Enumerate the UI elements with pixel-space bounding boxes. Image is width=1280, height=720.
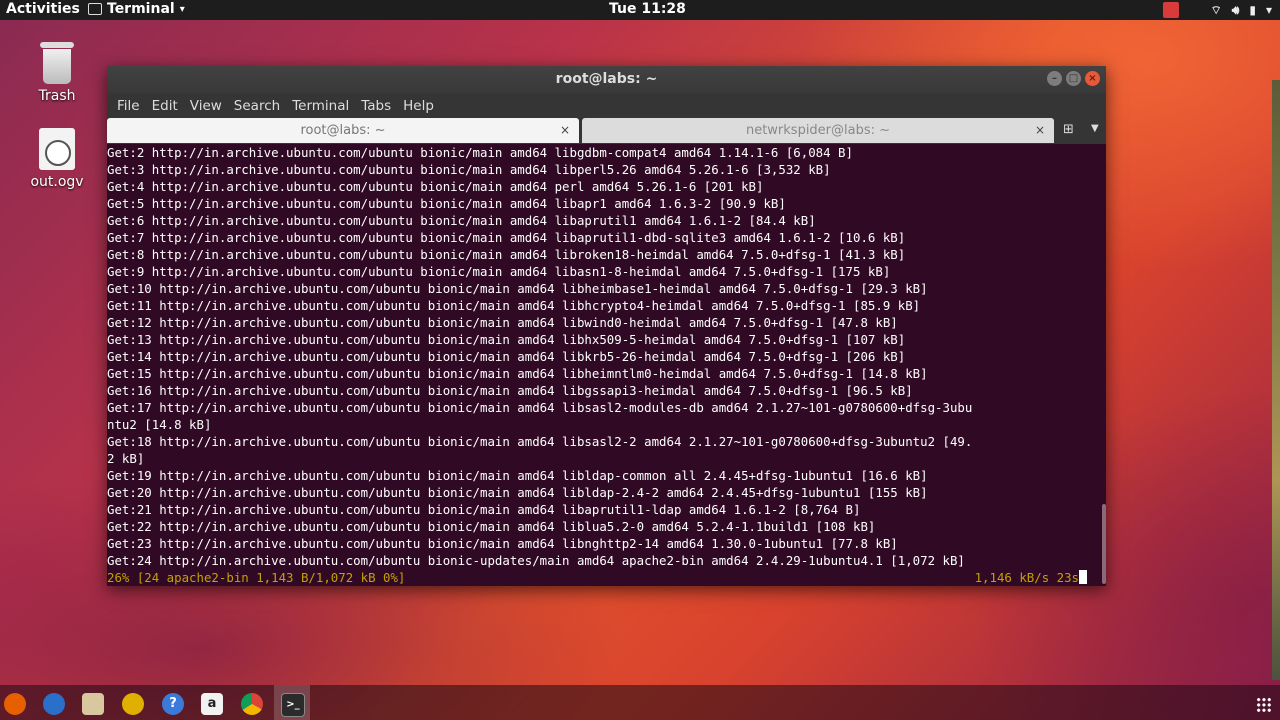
tab-label: netwrkspider@labs: ~ [745,123,891,138]
files-icon[interactable] [82,693,104,715]
app-menu-button[interactable]: Terminal ▾ [88,1,185,17]
tab-netwrkspider-labs[interactable]: netwrkspider@labs: ~ × [582,118,1054,143]
terminal-icon[interactable]: >_ [281,693,305,717]
desktop-icon-out-ogv[interactable]: out.ogv [17,128,97,190]
close-tab-icon[interactable]: × [560,118,570,143]
terminal-line: Get:19 http://in.archive.ubuntu.com/ubun… [107,468,928,483]
menu-view[interactable]: View [184,98,228,114]
terminal-line: Get:21 http://in.archive.ubuntu.com/ubun… [107,502,861,517]
recording-indicator-icon[interactable] [1162,2,1179,18]
help-icon[interactable]: ? [162,693,184,715]
progress-rate-text: 1,146 kB/s 23s [974,570,1079,585]
menu-edit[interactable]: Edit [146,98,184,114]
terminal-line: Get:17 http://in.archive.ubuntu.com/ubun… [107,400,973,415]
terminal-line: Get:20 http://in.archive.ubuntu.com/ubun… [107,485,928,500]
minimize-button[interactable]: – [1047,71,1062,86]
firefox-icon[interactable] [4,693,26,715]
chevron-down-icon: ▾ [1265,3,1272,17]
terminal-line: Get:9 http://in.archive.ubuntu.com/ubunt… [107,264,891,279]
terminal-window[interactable]: root@labs: ~ – □ × File Edit View Search… [107,66,1106,586]
desktop-icon-label: out.ogv [30,174,84,190]
new-tab-icon[interactable]: ⊞ [1063,122,1074,137]
desktop-icon-trash[interactable]: Trash [17,42,97,104]
terminal-line: Get:18 http://in.archive.ubuntu.com/ubun… [107,434,973,449]
terminal-line: Get:3 http://in.archive.ubuntu.com/ubunt… [107,162,831,177]
show-applications-icon[interactable] [1256,697,1272,713]
rhythmbox-icon[interactable] [122,693,144,715]
progress-status: 26% [24 apache2-bin 1,143 B/1,072 kB 0%] [107,570,406,585]
terminal-line: Get:22 http://in.archive.ubuntu.com/ubun… [107,519,876,534]
wifi-icon: ⌔ [1210,2,1222,17]
progress-line: 26% [24 apache2-bin 1,143 B/1,072 kB 0%]… [107,569,1097,586]
window-title: root@labs: ~ [555,71,658,87]
video-file-icon [39,128,75,170]
terminal-line: Get:24 http://in.archive.ubuntu.com/ubun… [107,553,965,568]
close-tab-icon[interactable]: × [1035,118,1045,143]
trash-icon [40,42,74,84]
scrollbar-thumb[interactable] [1102,504,1106,584]
terminal-line: Get:6 http://in.archive.ubuntu.com/ubunt… [107,213,816,228]
terminal-line: Get:10 http://in.archive.ubuntu.com/ubun… [107,281,928,296]
tab-bar: root@labs: ~ × netwrkspider@labs: ~ × ⊞ … [107,118,1106,144]
terminal-line: Get:13 http://in.archive.ubuntu.com/ubun… [107,332,906,347]
terminal-line: Get:7 http://in.archive.ubuntu.com/ubunt… [107,230,906,245]
close-button[interactable]: × [1085,71,1100,86]
amazon-icon[interactable]: a [201,693,223,715]
menu-file[interactable]: File [111,98,146,114]
terminal-line: 2 kB] [107,451,145,466]
terminal-line: Get:16 http://in.archive.ubuntu.com/ubun… [107,383,913,398]
app-menu-label: Terminal [107,1,175,17]
menu-tabs[interactable]: Tabs [355,98,397,114]
maximize-button[interactable]: □ [1066,71,1081,86]
terminal-app-icon [88,3,102,15]
menu-search[interactable]: Search [228,98,286,114]
volume-icon: 🔊︎ [1231,2,1240,17]
menu-bar: File Edit View Search Terminal Tabs Help [107,94,1106,118]
terminal-line: Get:15 http://in.archive.ubuntu.com/ubun… [107,366,928,381]
menu-help[interactable]: Help [397,98,440,114]
window-titlebar[interactable]: root@labs: ~ – □ × [107,66,1106,94]
terminal-line: Get:2 http://in.archive.ubuntu.com/ubunt… [107,145,853,160]
desktop-icon-label: Trash [38,88,76,104]
dock: ? a >_ [0,685,1280,720]
battery-icon: ▮ [1249,3,1256,17]
progress-rate: 1,146 kB/s 23s [975,569,1087,586]
terminal-output[interactable]: Get:2 http://in.archive.ubuntu.com/ubunt… [107,144,1097,586]
chrome-icon[interactable] [241,693,263,715]
clock[interactable]: Tue 11:28 [609,1,686,17]
scrollbar[interactable] [1100,144,1106,586]
terminal-line: Get:12 http://in.archive.ubuntu.com/ubun… [107,315,898,330]
terminal-line: Get:8 http://in.archive.ubuntu.com/ubunt… [107,247,906,262]
chevron-down-icon[interactable]: ▼ [1091,123,1099,134]
thunderbird-icon[interactable] [43,693,65,715]
tab-label: root@labs: ~ [300,123,386,138]
system-tray[interactable]: ⌔ 🔊︎ ▮ ▾ [1162,2,1272,18]
background-window-edge [1272,80,1280,680]
terminal-line: Get:4 http://in.archive.ubuntu.com/ubunt… [107,179,764,194]
tab-root-labs[interactable]: root@labs: ~ × [107,118,579,143]
terminal-line: Get:5 http://in.archive.ubuntu.com/ubunt… [107,196,786,211]
terminal-line: Get:14 http://in.archive.ubuntu.com/ubun… [107,349,906,364]
top-panel: Activities Terminal ▾ Tue 11:28 ⌔ 🔊︎ ▮ ▾ [0,0,1280,20]
chevron-down-icon: ▾ [179,3,185,15]
text-cursor [1079,570,1087,584]
terminal-line: Get:23 http://in.archive.ubuntu.com/ubun… [107,536,898,551]
terminal-line: Get:11 http://in.archive.ubuntu.com/ubun… [107,298,921,313]
terminal-line: ntu2 [14.8 kB] [107,417,212,432]
activities-button[interactable]: Activities [6,1,80,17]
menu-terminal[interactable]: Terminal [286,98,355,114]
